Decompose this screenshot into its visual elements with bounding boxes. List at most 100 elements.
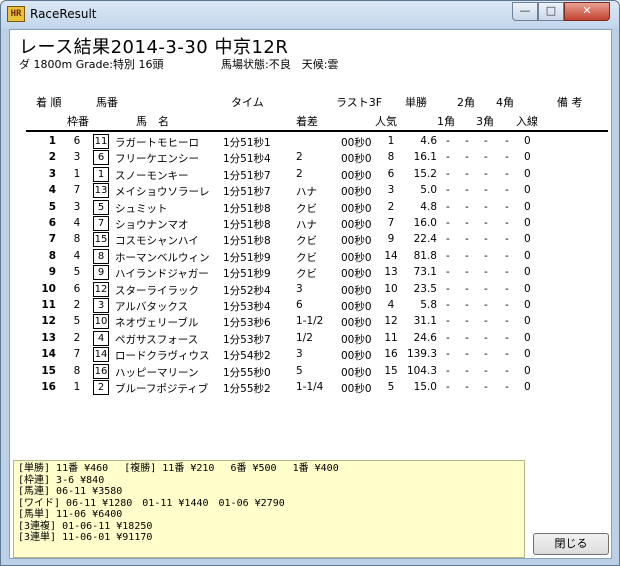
uma-number-cell: 5 [93,199,109,215]
horse-name-cell: ハッピーマリーン [115,366,199,379]
corner4-cell: - [505,233,509,246]
uma-number-cell: 11 [93,134,109,149]
table-row[interactable]: 10 6 12 スターライラック 1分52秒4 3 00秒0 10 23.5- - - -0 [10,281,613,298]
popularity-cell: 5 [387,381,395,393]
margin-cell: クビ [296,268,317,281]
corner2-cell: - [465,167,469,180]
last3f-cell: 00秒0 [341,137,372,149]
time-cell: 1分51秒4 [223,153,271,166]
table-row[interactable]: 6 4 7 ショウナンマオ 1分51秒8 ハナ 00秒0 7 16.0- - - -0 [10,216,613,232]
table-row[interactable]: 3 1 1 スノーモンキー 1分51秒7 2 00秒0 6 15.2- - - -0 [10,166,613,183]
corner2-cell: - [465,299,469,311]
odds-cell: 4.6 [420,135,437,147]
table-row[interactable]: 16 1 2 ブルーフポジティブ 1分55秒2 1-1/4 00秒0 5 15.0- - - -0 [10,380,613,396]
odds-cell: 139.3 [406,348,437,361]
time-cell: 1分51秒1 [223,137,271,149]
corner2-cell: - [465,348,469,361]
table-row[interactable]: 2 3 6 フリーケエンシー 1分51秒4 2 00秒0 8 16.1- - - -0 [10,150,613,166]
corner3-cell: - [484,200,488,213]
header-odds: 単勝 [405,96,427,109]
popularity-cell: 2 [387,200,395,213]
odds-cell: 5.8 [420,299,437,311]
popularity-cell: 3 [387,184,395,197]
odds-cell: 15.2 [413,167,437,180]
margin-cell: クビ [296,202,317,215]
title-bar[interactable]: HR RaceResult — □ ✕ [1,1,619,28]
entry-cell: 0 [524,282,531,295]
close-button[interactable]: 閉じる [533,533,609,555]
last3f-cell: 00秒0 [341,268,372,281]
waku-cell: 2 [73,299,81,311]
time-cell: 1分51秒9 [223,251,271,264]
table-row[interactable]: 9 5 9 ハイランドジャガー 1分51秒9 クビ 00秒0 13 73.1- - - -0 [10,265,613,281]
odds-cell: 24.6 [413,331,437,344]
corner3-cell: - [484,282,488,295]
corner3-cell: - [484,331,488,344]
odds-cell: 16.0 [413,217,437,229]
horse-name-cell: ロードクラヴィウス [115,350,210,363]
popularity-cell: 1 [387,135,395,147]
last3f-cell: 00秒0 [341,317,372,330]
window-title: RaceResult [30,7,97,21]
table-row[interactable]: 8 4 8 ホーマンベルウィン 1分51秒9 クビ 00秒0 14 81.8- - - -0 [10,248,613,265]
minimize-button[interactable]: — [512,2,538,21]
odds-cell: 104.3 [406,364,437,377]
table-row[interactable]: 5 3 5 シュミット 1分51秒8 クビ 00秒0 2 4.8- - - -0 [10,199,613,216]
corner4-cell: - [505,200,509,213]
table-row[interactable]: 7 8 15 コスモシャンハイ 1分51秒8 クビ 00秒0 9 22.4- - - -0 [10,232,613,248]
last3f-cell: 00秒0 [341,383,372,395]
header-name: 馬 名 [136,115,169,128]
header-corner3: 3角 [476,115,494,128]
header-uma-top: 馬番 [96,96,118,109]
window-close-button[interactable]: ✕ [564,2,610,21]
margin-cell: 2 [296,151,303,164]
uma-number-cell: 12 [93,281,109,297]
header-waku: 枠番 [67,115,89,128]
last3f-cell: 00秒0 [341,235,372,248]
corner3-cell: - [484,364,488,377]
popularity-cell: 4 [387,299,395,311]
table-row[interactable]: 1 6 11 ラガートモヒーロ 1分51秒1 00秒0 1 4.6- - - -0 [10,134,613,150]
table-row[interactable]: 11 2 3 アルバタックス 1分53秒4 6 00秒0 4 5.8- - - -0 [10,298,613,314]
corner2-cell: - [465,331,469,344]
corner2-cell: - [465,135,469,147]
corner1-cell: - [446,167,450,180]
payout-line: [単勝] 11番 ¥460 [複勝] 11番 ¥210 6番 ¥500 1番 ¥… [18,463,339,474]
table-row[interactable]: 15 8 16 ハッピーマリーン 1分55秒0 5 00秒0 15 104.3- - - -0 [10,363,613,380]
table-row[interactable]: 12 5 10 ネオヴェリーブル 1分53秒6 1-1/2 00秒0 12 31.1- - - -0 [10,314,613,330]
last3f-cell: 00秒0 [341,301,372,313]
uma-number-cell: 9 [93,265,109,281]
time-cell: 1分51秒8 [223,202,271,215]
last3f-cell: 00秒0 [341,366,372,379]
margin-cell: 6 [296,299,303,311]
corner2-cell: - [465,249,469,262]
popularity-cell: 10 [384,282,398,295]
entry-cell: 0 [524,331,531,344]
uma-number-cell: 3 [93,298,109,313]
margin-cell: クビ [296,251,317,264]
corner3-cell: - [484,135,488,147]
header-diff: 着差 [296,115,318,128]
margin-cell: 3 [296,348,303,361]
corner4-cell: - [505,167,509,180]
table-row[interactable]: 14 7 14 ロードクラヴィウス 1分54秒2 3 00秒0 16 139.3- - - -0 [10,347,613,363]
table-row[interactable]: 4 7 13 メイショウソラーレ 1分51秒7 ハナ 00秒0 3 5.0- - - -0 [10,183,613,199]
corner1-cell: - [446,348,450,361]
time-cell: 1分55秒0 [223,366,271,379]
corner4-cell: - [505,135,509,147]
horse-name-cell: アルバタックス [115,301,189,313]
corner1-cell: - [446,315,450,328]
corner4-cell: - [505,331,509,344]
waku-cell: 8 [73,364,81,377]
corner3-cell: - [484,299,488,311]
payout-line: [3連単] 11-06-01 ¥91170 [18,532,153,543]
odds-cell: 81.8 [413,249,437,262]
popularity-cell: 15 [384,364,398,377]
table-row[interactable]: 13 2 4 ペガサスフォース 1分53秒7 1/2 00秒0 11 24.6- - - -0 [10,330,613,347]
rank-cell: 1 [48,135,56,147]
corner3-cell: - [484,167,488,180]
uma-number-cell: 7 [93,216,109,231]
maximize-button[interactable]: □ [538,2,564,21]
corner3-cell: - [484,266,488,279]
corner1-cell: - [446,151,450,164]
